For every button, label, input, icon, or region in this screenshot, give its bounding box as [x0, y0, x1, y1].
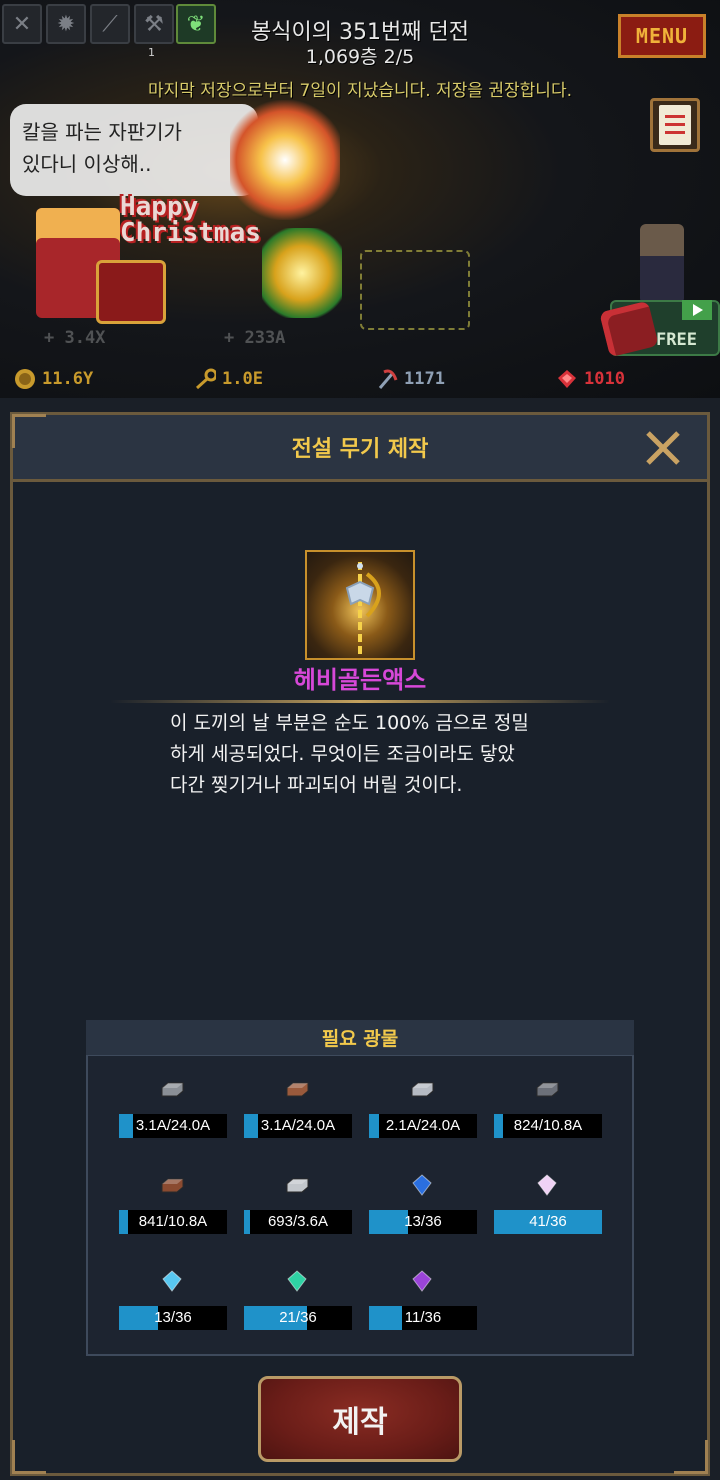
menu-button[interactable]: MENU [618, 14, 706, 58]
ore-amount: 824/10.8A [513, 1117, 583, 1134]
emerald-icon [284, 1270, 310, 1292]
ore-progress-bar: 3.1A/24.0A [244, 1114, 352, 1138]
description-line: 이 도끼의 날 부분은 순도 100% 금으로 정밀 [170, 712, 529, 734]
ore-amount: 11/36 [404, 1309, 442, 1326]
frame-corner-ornament [674, 1440, 708, 1474]
golden-knight-character [262, 228, 342, 318]
golden-axe-icon [345, 562, 381, 658]
name-divider [110, 700, 610, 703]
ore-progress-bar: 13/36 [119, 1306, 227, 1330]
speech-text: 칼을 파는 자판기가 있다니 이상해.. [22, 120, 182, 176]
ruby-amount: 1010 [584, 369, 625, 389]
required-minerals-header: 필요 광물 [86, 1020, 634, 1056]
gold-coin-icon [14, 368, 36, 390]
ore-amount: 21/36 [279, 1309, 317, 1326]
christmas-sign-line2: Christmas [120, 218, 261, 248]
ore-amount: 3.1A/24.0A [135, 1117, 211, 1134]
item-name: 헤비골든액스 [293, 666, 427, 694]
close-button[interactable] [640, 425, 686, 471]
floor-info: 1,069층 2/5 [305, 46, 415, 68]
sleigh [96, 260, 166, 324]
clipboard-icon [659, 105, 691, 145]
description-line: 하게 세공되었다. 무엇이든 조금이라도 닿았 [170, 743, 515, 765]
gold-amount: 11.6Y [42, 369, 94, 389]
gold-currency: 11.6Y [14, 368, 93, 390]
close-icon [646, 431, 680, 465]
save-warning: 마지막 저장으로부터 7일이 지났습니다. 저장을 권장합니다. [147, 81, 572, 101]
panel-header: 전설 무기 제작 [10, 412, 710, 482]
aquamarine-icon [159, 1270, 185, 1292]
pickaxe-amount: 1171 [404, 369, 445, 389]
ore-progress-bar: 41/36 [494, 1210, 602, 1234]
key-icon [194, 368, 216, 390]
panel-title: 전설 무기 제작 [291, 437, 429, 462]
ore-progress-bar: 2.1A/24.0A [369, 1114, 477, 1138]
ore-amount: 2.1A/24.0A [385, 1117, 461, 1134]
key-currency: 1.0E [194, 368, 263, 390]
ore-progress-bar: 824/10.8A [494, 1114, 602, 1138]
quest-button[interactable] [650, 98, 700, 152]
craft-button-label: 제작 [332, 1405, 388, 1440]
fire-effect [230, 100, 340, 220]
silver-ore-icon [409, 1078, 435, 1100]
play-video-icon [682, 300, 712, 320]
pearl-icon [534, 1174, 560, 1196]
platinum-bar-icon [284, 1174, 310, 1196]
speech-bubble: 칼을 파는 자판기가 있다니 이상해.. [10, 104, 258, 196]
description-line: 다간 찢기거나 파괴되어 버릴 것이다. [170, 774, 463, 796]
ore-amount: 3.1A/24.0A [260, 1117, 336, 1134]
star-sparkles [360, 250, 470, 330]
iron-ore-icon [159, 1078, 185, 1100]
craft-button[interactable]: 제작 [258, 1376, 462, 1462]
copper-ore-icon [284, 1078, 310, 1100]
steel-bar-icon [534, 1078, 560, 1100]
ore-progress-bar: 21/36 [244, 1306, 352, 1330]
npc-character [640, 224, 684, 304]
item-description: 이 도끼의 날 부분은 순도 100% 금으로 정밀 하게 세공되었다. 무엇이… [170, 708, 570, 801]
amethyst-icon [409, 1270, 435, 1292]
stat-right: + 233A [224, 328, 286, 348]
game-scene: ✕ ✹ ⟋ ⚒ 1 ❦ 봉식이의 351번째 던전 1,069층 2/5 마지막… [0, 0, 720, 398]
ore-progress-bar: 841/10.8A [119, 1210, 227, 1234]
ore-amount: 41/36 [529, 1213, 567, 1230]
stat-left: + 3.4X [44, 328, 106, 348]
bronze-bar-icon [159, 1174, 185, 1196]
required-minerals-title: 필요 광물 [321, 1028, 399, 1050]
ore-amount: 693/3.6A [267, 1213, 329, 1230]
ore-progress-bar: 3.1A/24.0A [119, 1114, 227, 1138]
sapphire-icon [409, 1174, 435, 1196]
ore-progress-bar: 13/36 [369, 1210, 477, 1234]
ore-progress-bar: 693/3.6A [244, 1210, 352, 1234]
key-amount: 1.0E [222, 369, 263, 389]
frame-corner-ornament [12, 1440, 46, 1474]
pickaxe-currency: 1171 [376, 368, 445, 390]
ruby-gem-icon [556, 368, 578, 390]
ore-amount: 13/36 [154, 1309, 192, 1326]
ore-progress-bar: 11/36 [369, 1306, 477, 1330]
ore-amount: 841/10.8A [138, 1213, 208, 1230]
item-image-frame [305, 550, 415, 660]
pickaxe-icon [376, 368, 398, 390]
ore-amount: 13/36 [404, 1213, 442, 1230]
frame-corner-ornament [12, 414, 46, 448]
free-label: FREE [656, 330, 697, 350]
ruby-currency: 1010 [556, 368, 625, 390]
